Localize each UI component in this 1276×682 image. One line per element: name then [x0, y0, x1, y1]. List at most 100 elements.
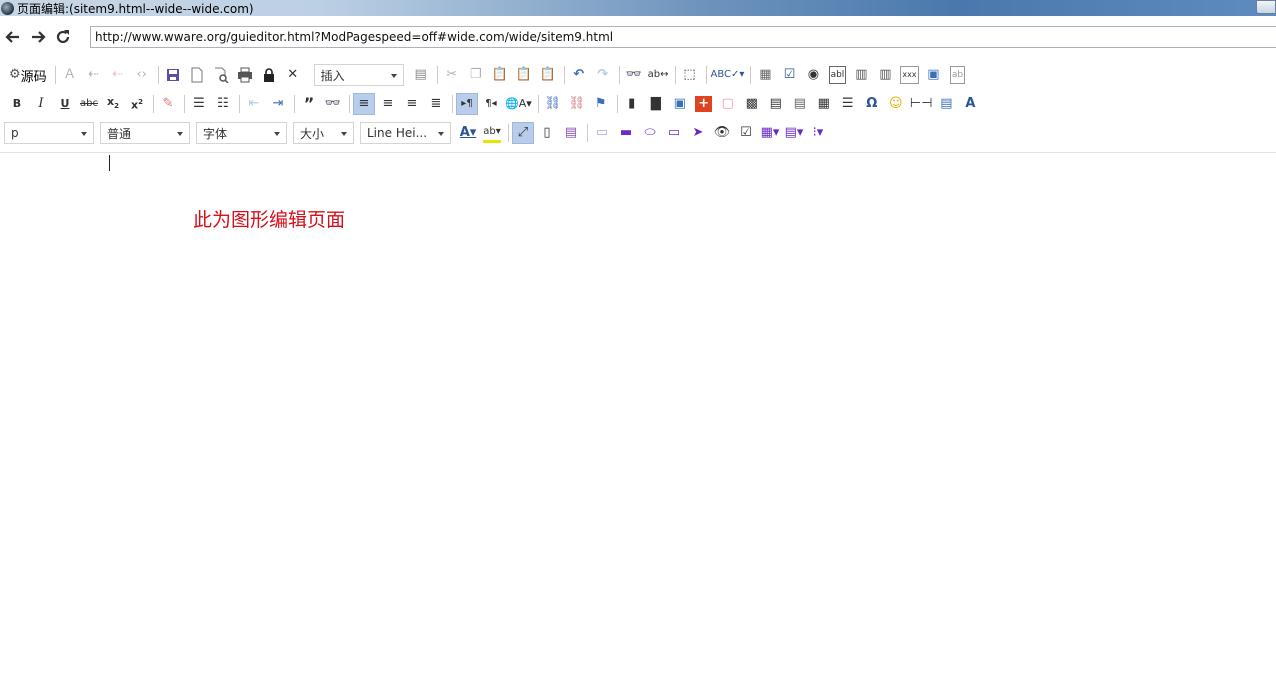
link-button[interactable]: ⇠: [83, 64, 105, 86]
subscript-button[interactable]: x2: [102, 93, 124, 115]
template-button[interactable]: ▤: [410, 64, 432, 86]
find-button[interactable]: 👓: [623, 64, 645, 86]
undo-button[interactable]: ↶: [568, 64, 590, 86]
text-align-button[interactable]: ☰: [837, 93, 859, 115]
radio-button[interactable]: ◉: [802, 64, 824, 86]
div-button[interactable]: 👓: [322, 93, 344, 115]
font-select[interactable]: 字体: [196, 122, 287, 144]
unlink-button[interactable]: ⇠: [107, 64, 129, 86]
video-button[interactable]: ▩: [741, 93, 763, 115]
back-button[interactable]: [1, 25, 25, 49]
unlink-insert-button[interactable]: ⛓: [566, 93, 588, 115]
italic-button[interactable]: I: [30, 93, 52, 115]
underline-button[interactable]: U: [54, 93, 76, 115]
textfield-button[interactable]: abl: [826, 64, 848, 86]
medical-button[interactable]: +: [693, 93, 715, 115]
separator: [294, 95, 295, 113]
link-insert-button[interactable]: ⛓: [542, 93, 564, 115]
element-7-button[interactable]: ☑: [735, 122, 757, 144]
reload-button[interactable]: [51, 25, 75, 49]
paste-text-button[interactable]: 📋: [513, 64, 535, 86]
iframe-button[interactable]: ▢: [717, 93, 739, 115]
align-right-button[interactable]: ≡: [401, 93, 423, 115]
save-button[interactable]: [162, 64, 184, 86]
element-1-button[interactable]: ▭: [591, 122, 613, 144]
ltr-button[interactable]: ▸¶: [456, 93, 478, 115]
link-icon: ⇠: [88, 67, 100, 82]
language-button[interactable]: 🌐A▾: [504, 93, 533, 115]
replace-button[interactable]: ab↔: [647, 64, 670, 86]
eraser-icon: ✎: [162, 96, 174, 111]
paste-word-button[interactable]: 📋: [537, 64, 559, 86]
source-button[interactable]: ⚙ 源码: [6, 64, 50, 86]
blockquote-button[interactable]: ”: [298, 93, 320, 115]
address-bar[interactable]: http://www.wware.org/guieditor.html?ModP…: [90, 26, 1276, 48]
window-close-button[interactable]: [1256, 0, 1276, 14]
outdent-button[interactable]: ⇤: [243, 93, 265, 115]
hidden-field-button[interactable]: ab: [946, 64, 968, 86]
numbered-list-button[interactable]: ☰: [188, 93, 210, 115]
maximize-button[interactable]: ⤢: [512, 122, 534, 144]
page-properties-button[interactable]: ▤: [935, 93, 957, 115]
textarea-button[interactable]: ▥: [850, 64, 872, 86]
columns-button[interactable]: ⁝▾: [807, 122, 829, 144]
element-6-button[interactable]: 👁: [711, 122, 733, 144]
checkbox-button[interactable]: ☑: [778, 64, 800, 86]
print-button[interactable]: [234, 64, 256, 86]
size-select[interactable]: 大小: [293, 122, 354, 144]
rtl-button[interactable]: ¶◂: [480, 93, 502, 115]
anchor-button[interactable]: ⚑: [590, 93, 612, 115]
lock-button[interactable]: [258, 64, 280, 86]
page-break-button[interactable]: ▤: [789, 93, 811, 115]
table-layout-button[interactable]: ▤▾: [783, 122, 805, 144]
table-button[interactable]: ▦: [813, 93, 835, 115]
code-button[interactable]: ‹›: [131, 64, 153, 86]
insert-select[interactable]: 插入: [313, 64, 404, 86]
show-blocks-button[interactable]: ▯: [536, 122, 558, 144]
font-style-button[interactable]: A: [959, 93, 981, 115]
smiley-button[interactable]: ☺: [885, 93, 907, 115]
bg-color-button[interactable]: ab▾: [481, 122, 503, 144]
grid-button[interactable]: ▦▾: [759, 122, 781, 144]
close-button[interactable]: ✕: [282, 64, 304, 86]
justify-button[interactable]: ≣: [425, 93, 447, 115]
redo-button[interactable]: ↷: [592, 64, 614, 86]
text-color-button[interactable]: A▾: [457, 122, 479, 144]
special-char-button[interactable]: Ω: [861, 93, 883, 115]
select-all-button[interactable]: ⬚: [679, 64, 701, 86]
forward-button[interactable]: [26, 25, 50, 49]
copy-button[interactable]: ❐: [465, 64, 487, 86]
code-snippet-button[interactable]: ▤: [560, 122, 582, 144]
remove-format-button[interactable]: ✎: [157, 93, 179, 115]
element-2-button[interactable]: ▬: [615, 122, 637, 144]
image-button-button[interactable]: ▣: [922, 64, 944, 86]
element-4-button[interactable]: ▭: [663, 122, 685, 144]
image-button[interactable]: ▣: [669, 93, 691, 115]
bulleted-list-button[interactable]: ☷: [212, 93, 234, 115]
news-button[interactable]: ▤: [765, 93, 787, 115]
lineheight-select[interactable]: Line Hei...: [360, 122, 451, 144]
cut-button[interactable]: ✂: [441, 64, 463, 86]
text-style-button[interactable]: Ａ: [59, 64, 81, 86]
element-5-button[interactable]: ➤: [687, 122, 709, 144]
spellcheck-button[interactable]: ABC✓▾: [710, 64, 746, 86]
align-left-button[interactable]: ≡: [353, 93, 375, 115]
superscript-button[interactable]: x2: [126, 93, 148, 115]
preview-button[interactable]: [210, 64, 232, 86]
indent-button[interactable]: ⇥: [267, 93, 289, 115]
form-button[interactable]: ▦: [754, 64, 776, 86]
flash-button[interactable]: ▇: [645, 93, 667, 115]
align-center-button[interactable]: ≡: [377, 93, 399, 115]
editor-content-text[interactable]: 此为图形编辑页面: [193, 205, 345, 232]
format-select[interactable]: p: [4, 122, 94, 144]
new-page-button[interactable]: [186, 64, 208, 86]
bold-button[interactable]: B: [6, 93, 28, 115]
button-field-button[interactable]: xxx: [898, 64, 920, 86]
chart-button[interactable]: ▮: [621, 93, 643, 115]
strikethrough-button[interactable]: abc: [78, 93, 100, 115]
element-3-button[interactable]: ⬭: [639, 122, 661, 144]
paragraph-select[interactable]: 普通: [100, 122, 190, 144]
horizontal-rule-button[interactable]: ⊢⊣: [909, 93, 934, 115]
select-field-button[interactable]: ▥: [874, 64, 896, 86]
paste-button[interactable]: 📋: [489, 64, 511, 86]
